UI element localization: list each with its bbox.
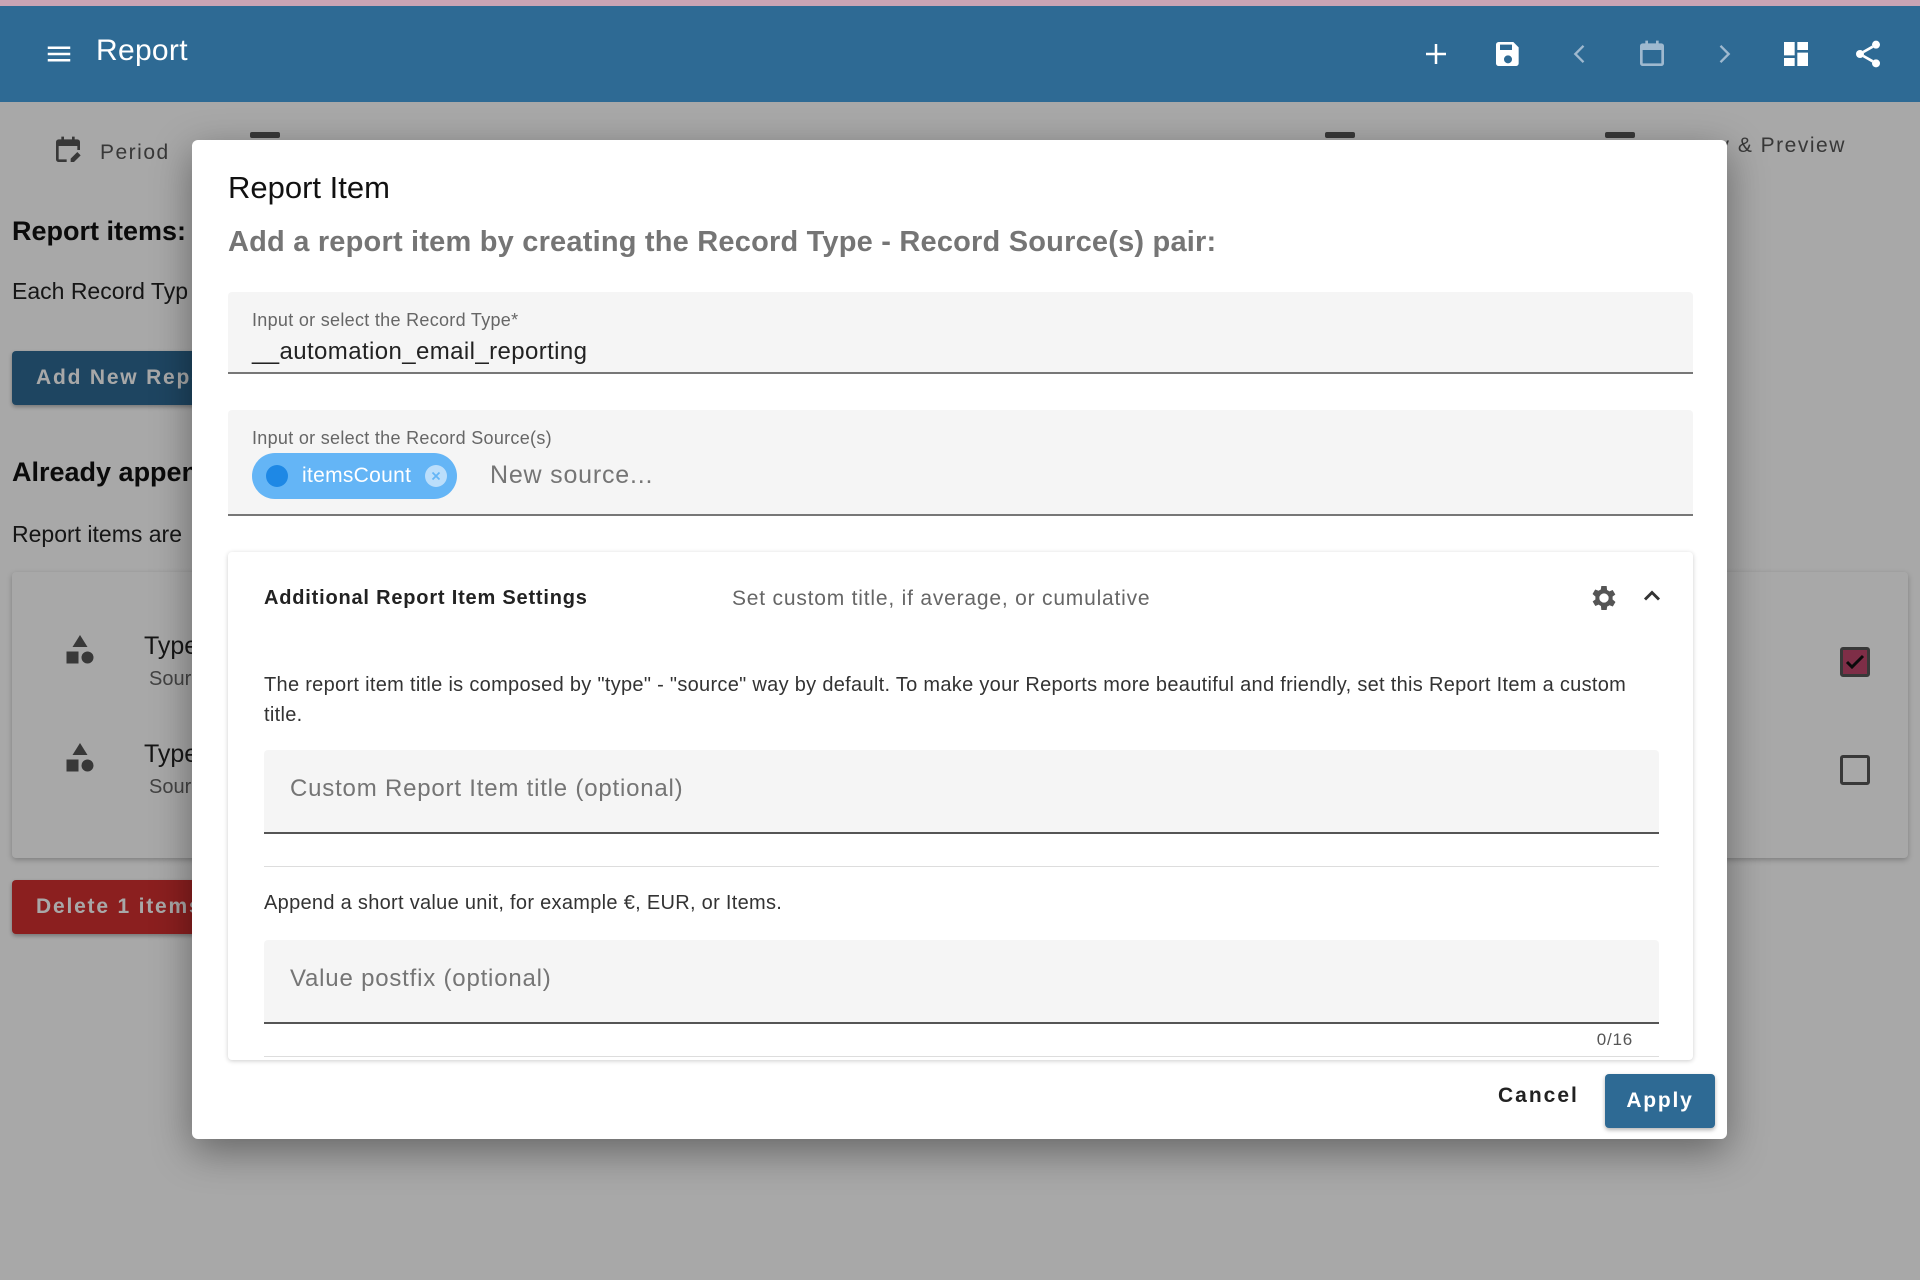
value-postfix-field[interactable] — [264, 940, 1659, 1024]
dashboard-icon[interactable] — [1778, 36, 1814, 72]
value-postfix-input[interactable] — [288, 964, 1632, 994]
section-divider — [264, 1056, 1659, 1057]
chip-color-dot — [266, 465, 288, 487]
calendar-icon[interactable] — [1634, 36, 1670, 72]
report-item-dialog: Report Item Add a report item by creatin… — [192, 140, 1727, 1139]
source-chip[interactable]: itemsCount — [252, 453, 458, 499]
section-divider — [264, 866, 1659, 867]
chevron-right-icon[interactable] — [1706, 36, 1742, 72]
appbar-actions — [1418, 36, 1886, 72]
record-sources-field[interactable]: Input or select the Record Source(s) ite… — [228, 410, 1693, 516]
additional-settings-panel: Additional Report Item Settings Set cust… — [228, 552, 1693, 1060]
apply-button[interactable]: Apply — [1605, 1074, 1715, 1128]
record-type-label: Input or select the Record Type* — [252, 310, 519, 330]
share-icon[interactable] — [1850, 36, 1886, 72]
title-help-text: The report item title is composed by "ty… — [264, 674, 1627, 726]
menu-icon[interactable] — [44, 39, 74, 69]
save-icon[interactable] — [1490, 36, 1526, 72]
dialog-title: Report Item — [228, 170, 390, 205]
app-bar: Report — [0, 6, 1920, 102]
chip-close-icon[interactable] — [425, 465, 448, 487]
settings-panel-header[interactable]: Additional Report Item Settings Set cust… — [228, 552, 1693, 644]
add-icon[interactable] — [1418, 36, 1454, 72]
custom-title-input[interactable] — [288, 774, 1632, 804]
record-type-value[interactable]: __automation_email_reporting — [252, 338, 587, 366]
app-title: Report — [96, 34, 188, 67]
gear-icon — [1588, 582, 1620, 614]
settings-panel-hint: Set custom title, if average, or cumulat… — [732, 587, 1151, 610]
chevron-left-icon[interactable] — [1562, 36, 1598, 72]
cancel-button[interactable]: Cancel — [1498, 1084, 1579, 1108]
chevron-up-icon[interactable] — [1638, 582, 1666, 610]
postfix-char-counter: 0/16 — [1596, 1030, 1633, 1049]
record-sources-label: Input or select the Record Source(s) — [252, 428, 552, 448]
postfix-help-text: Append a short value unit, for example €… — [264, 892, 783, 914]
chip-label: itemsCount — [302, 464, 412, 487]
record-type-field[interactable]: Input or select the Record Type* __autom… — [228, 292, 1693, 374]
dialog-subtitle: Add a report item by creating the Record… — [228, 226, 1217, 258]
new-source-input[interactable] — [488, 460, 1092, 491]
custom-title-field[interactable] — [264, 750, 1659, 834]
settings-panel-title: Additional Report Item Settings — [264, 587, 588, 609]
